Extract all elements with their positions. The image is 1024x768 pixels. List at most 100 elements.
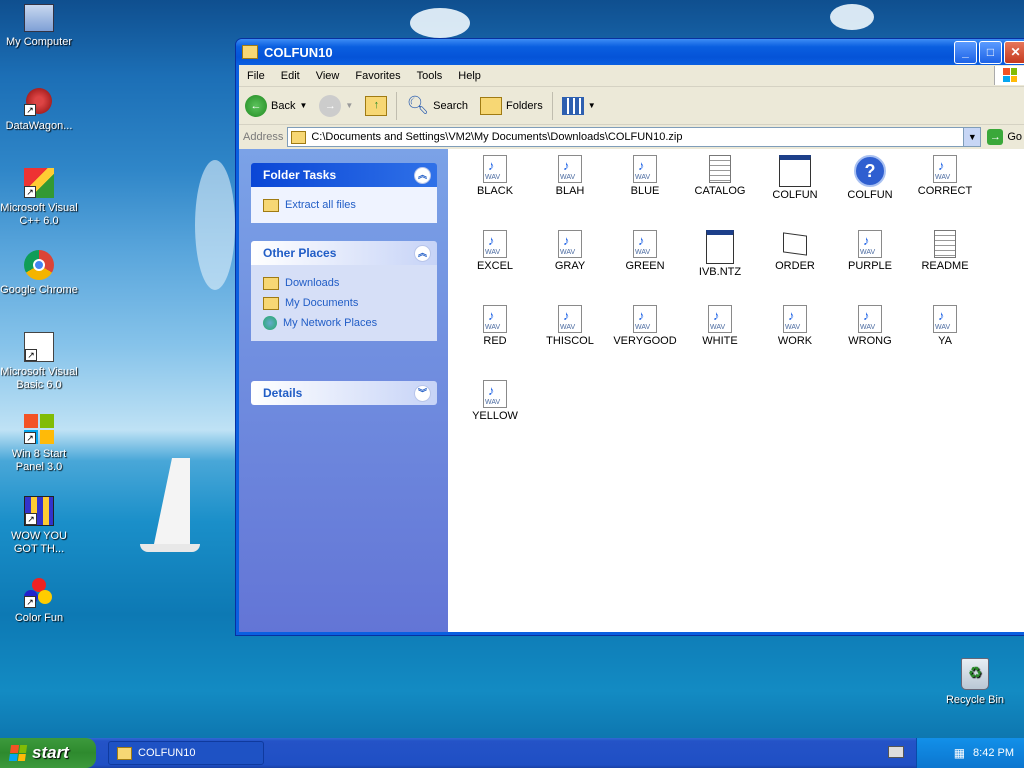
file-name: EXCEL — [476, 260, 514, 272]
desktop-icon-visual-basic[interactable]: ↗ Microsoft Visual Basic 6.0 — [0, 332, 78, 392]
my-documents-link[interactable]: My Documents — [263, 293, 425, 313]
wav-audio-icon: ♪ WAV — [483, 230, 507, 258]
file-item[interactable]: ♪ WAV VERYGOOD — [608, 305, 682, 347]
downloads-link[interactable]: Downloads — [263, 273, 425, 293]
title-bar[interactable]: COLFUN10 _ □ ✕ — [236, 39, 1024, 65]
file-item[interactable]: ♪ WAV EXCEL — [458, 230, 532, 272]
collapse-chevron-icon[interactable]: ︽ — [414, 245, 431, 262]
menu-help[interactable]: Help — [450, 70, 489, 82]
file-name: CATALOG — [694, 185, 746, 197]
file-item[interactable]: IVB.NTZ — [683, 230, 757, 278]
go-label: Go — [1007, 131, 1022, 143]
desktop-icon-recycle-bin[interactable]: ♻ Recycle Bin — [936, 658, 1014, 707]
file-item[interactable]: ♪ WAV GREEN — [608, 230, 682, 272]
file-item[interactable]: ♪ WAV WRONG — [833, 305, 907, 347]
wav-audio-icon: ♪ WAV — [708, 305, 732, 333]
panel-title: Details — [263, 386, 303, 400]
wav-audio-icon: ♪ WAV — [933, 155, 957, 183]
wow-game-icon: ↗ — [24, 496, 54, 526]
extract-icon — [263, 198, 279, 212]
wav-audio-icon: ♪ WAV — [858, 305, 882, 333]
desktop-icon-win8-start-panel[interactable]: ↗ Win 8 Start Panel 3.0 — [0, 414, 78, 474]
network-icon[interactable]: ▦ — [954, 746, 965, 760]
file-item[interactable]: CATALOG — [683, 155, 757, 197]
file-item[interactable]: ♪ WAV YELLOW — [458, 380, 532, 422]
link-label: Extract all files — [285, 199, 356, 211]
address-bar: Address C:\Documents and Settings\VM2\My… — [239, 125, 1024, 150]
file-item[interactable]: ♪ WAV BLAH — [533, 155, 607, 197]
file-item[interactable]: ♪ WAV GRAY — [533, 230, 607, 272]
address-dropdown-button[interactable]: ▼ — [963, 128, 981, 146]
file-item[interactable]: ? COLFUN — [833, 155, 907, 201]
chevron-down-icon[interactable]: ▼ — [345, 101, 353, 110]
desktop-icon-visual-cpp[interactable]: ↗ Microsoft Visual C++ 6.0 — [0, 168, 78, 228]
forward-button[interactable]: → ▼ — [313, 94, 359, 117]
back-button[interactable]: ← Back ▼ — [239, 94, 313, 117]
file-item[interactable]: ♪ WAV BLACK — [458, 155, 532, 197]
file-item[interactable]: COLFUN — [758, 155, 832, 201]
expand-chevron-icon[interactable]: ︾ — [414, 385, 431, 402]
windows-flag-icon — [8, 745, 28, 761]
task-label: COLFUN10 — [138, 747, 196, 759]
desktop-icon-datawagon[interactable]: ↗ DataWagon... — [0, 86, 78, 133]
chevron-down-icon[interactable]: ▼ — [299, 101, 307, 110]
desktop-icon-google-chrome[interactable]: Google Chrome — [0, 250, 78, 297]
keyboard-icon[interactable] — [888, 746, 904, 758]
search-button[interactable]: 🔍︎ Search — [400, 95, 474, 116]
menu-favorites[interactable]: Favorites — [347, 70, 408, 82]
file-item[interactable]: README — [908, 230, 982, 272]
up-folder-button[interactable]: ↑ — [359, 95, 393, 116]
my-network-places-link[interactable]: My Network Places — [263, 313, 425, 333]
file-item[interactable]: ORDER — [758, 230, 832, 272]
file-item[interactable]: ♪ WAV PURPLE — [833, 230, 907, 272]
close-button[interactable]: ✕ — [1004, 40, 1024, 64]
details-header[interactable]: Details ︾ — [251, 381, 437, 405]
file-item[interactable]: ♪ WAV WORK — [758, 305, 832, 347]
file-item[interactable]: ♪ WAV CORRECT — [908, 155, 982, 197]
zip-folder-icon — [117, 746, 132, 760]
file-name: README — [921, 260, 969, 272]
file-name: GRAY — [554, 260, 586, 272]
folder-icon — [263, 276, 279, 290]
wav-audio-icon: ♪ WAV — [558, 230, 582, 258]
file-item[interactable]: ♪ WAV RED — [458, 305, 532, 347]
other-places-header[interactable]: Other Places ︽ — [251, 241, 437, 265]
window-title: COLFUN10 — [264, 44, 333, 60]
go-arrow-icon: → — [987, 129, 1004, 145]
file-name: WRONG — [848, 335, 892, 347]
go-button[interactable]: → Go — [981, 129, 1024, 145]
menu-file[interactable]: File — [239, 70, 273, 82]
file-name: ORDER — [775, 260, 815, 272]
folders-button[interactable]: Folders — [474, 96, 549, 115]
file-item[interactable]: ♪ WAV THISCOL — [533, 305, 607, 347]
desktop-icon-label: Win 8 Start Panel 3.0 — [11, 448, 67, 473]
file-name: WORK — [777, 335, 813, 347]
maximize-button[interactable]: □ — [979, 40, 1002, 64]
back-label: Back — [271, 99, 296, 112]
file-item[interactable]: ♪ WAV WHITE — [683, 305, 757, 347]
minimize-button[interactable]: _ — [954, 40, 977, 64]
folder-tasks-panel: Folder Tasks ︽ Extract all files — [251, 163, 437, 223]
collapse-chevron-icon[interactable]: ︽ — [414, 167, 431, 184]
desktop-icon-label: WOW YOU GOT TH... — [10, 530, 67, 555]
file-name: BLACK — [476, 185, 514, 197]
extract-all-files-link[interactable]: Extract all files — [263, 195, 425, 215]
taskbar-item-colfun10[interactable]: COLFUN10 — [108, 741, 264, 765]
desktop-icon-color-fun[interactable]: ↗ Color Fun — [0, 578, 78, 625]
folder-tasks-header[interactable]: Folder Tasks ︽ — [251, 163, 437, 187]
desktop-icon-label: Microsoft Visual C++ 6.0 — [0, 202, 78, 227]
clock[interactable]: 8:42 PM — [973, 747, 1014, 759]
views-button[interactable]: ▼ — [556, 96, 602, 115]
wav-audio-icon: ♪ WAV — [558, 155, 582, 183]
menu-view[interactable]: View — [308, 70, 348, 82]
file-item[interactable]: ♪ WAV BLUE — [608, 155, 682, 197]
menu-tools[interactable]: Tools — [409, 70, 451, 82]
address-input[interactable]: C:\Documents and Settings\VM2\My Documen… — [287, 127, 982, 147]
desktop-icon-my-computer[interactable]: My Computer — [0, 4, 78, 49]
start-button[interactable]: start — [0, 738, 96, 768]
menu-edit[interactable]: Edit — [273, 70, 308, 82]
file-item[interactable]: ♪ WAV YA — [908, 305, 982, 347]
desktop-icon-wow-you-got-th[interactable]: ↗ WOW YOU GOT TH... — [0, 496, 78, 556]
menu-bar: File Edit View Favorites Tools Help — [239, 65, 1024, 87]
file-name: THISCOL — [546, 335, 594, 347]
